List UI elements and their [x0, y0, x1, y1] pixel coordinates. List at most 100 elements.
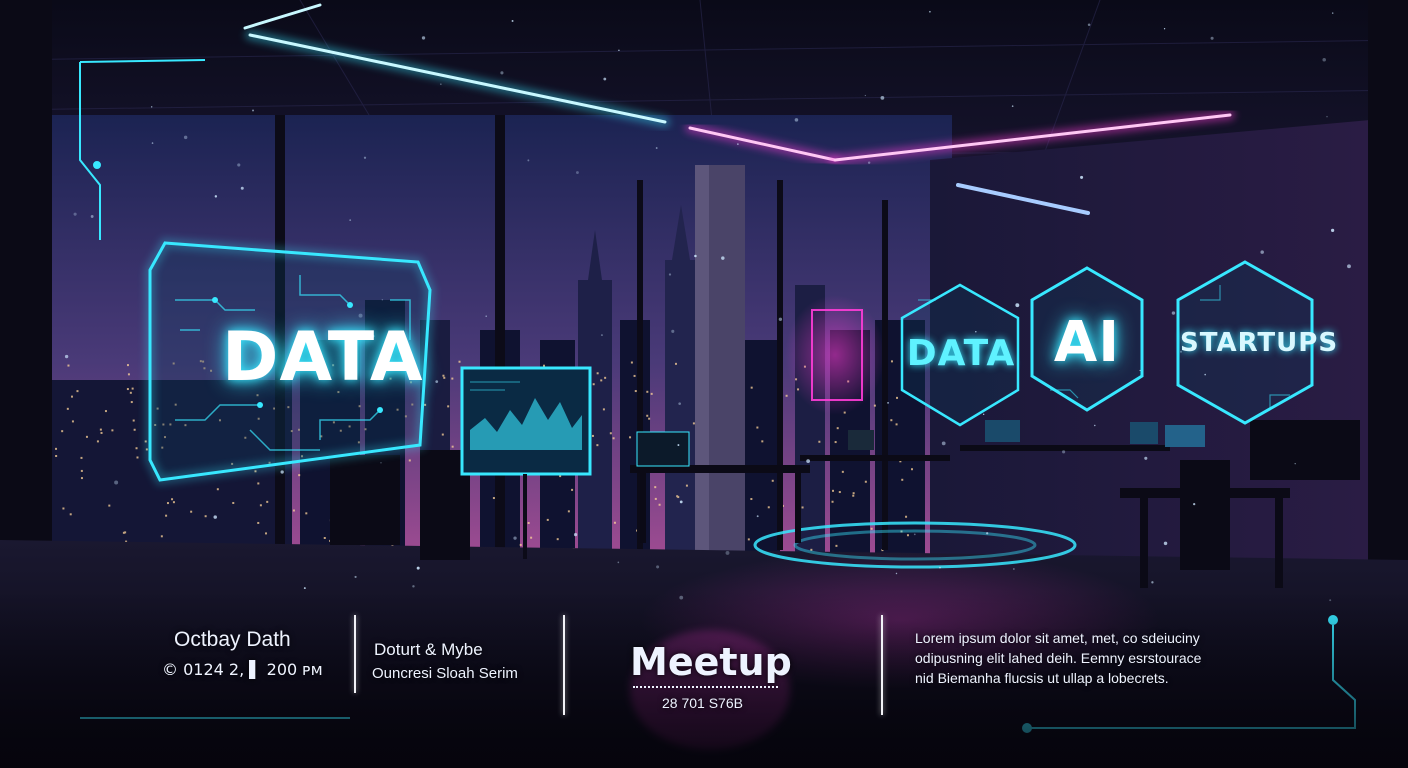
- particle: [864, 94, 866, 97]
- particle: [600, 334, 603, 337]
- particle: [1080, 175, 1084, 179]
- particle: [668, 273, 672, 276]
- particle: [895, 572, 898, 575]
- particle: [737, 143, 739, 145]
- city-light: [911, 468, 914, 471]
- city-light: [80, 469, 83, 472]
- city-light: [646, 414, 649, 417]
- city-light: [530, 536, 533, 539]
- city-light: [305, 512, 308, 515]
- city-light: [492, 497, 495, 500]
- city-light: [612, 437, 615, 440]
- particle: [380, 461, 382, 464]
- city-light: [596, 444, 599, 447]
- particle: [1013, 568, 1015, 570]
- city-light: [204, 515, 207, 518]
- particle: [412, 585, 415, 588]
- particle: [1204, 373, 1206, 376]
- city-light: [591, 434, 594, 437]
- particle: [1011, 105, 1014, 107]
- city-light: [172, 501, 175, 504]
- city-light: [767, 506, 770, 509]
- particle: [213, 515, 217, 519]
- city-light: [99, 428, 102, 431]
- city-light: [108, 504, 111, 507]
- particle: [237, 163, 241, 167]
- particle: [240, 186, 244, 190]
- city-light: [96, 440, 99, 443]
- hex-data-label: DATA: [906, 333, 1016, 374]
- particle: [64, 354, 69, 359]
- city-light: [55, 447, 58, 450]
- particle: [381, 299, 384, 301]
- particle: [440, 83, 442, 85]
- city-light: [571, 488, 574, 491]
- separator-2: [563, 615, 565, 715]
- city-light: [266, 500, 269, 503]
- city-light: [906, 534, 909, 537]
- city-light: [132, 419, 135, 422]
- city-light: [70, 395, 73, 398]
- city-light: [126, 364, 129, 367]
- city-light: [801, 506, 804, 509]
- city-light: [650, 392, 653, 395]
- particle: [1193, 502, 1196, 506]
- event-code: 28 701 S76B: [662, 695, 743, 711]
- particle: [655, 147, 658, 149]
- city-light: [298, 474, 301, 477]
- particle: [678, 402, 681, 405]
- city-light: [648, 417, 651, 420]
- city-light: [257, 482, 260, 485]
- city-light: [600, 379, 603, 382]
- particle: [280, 470, 284, 474]
- particle: [880, 95, 885, 100]
- city-light: [458, 360, 461, 363]
- hex-startups-label: STARTUPS: [1180, 328, 1339, 358]
- particle: [671, 329, 675, 333]
- city-light: [613, 521, 616, 524]
- city-light: [864, 480, 867, 483]
- city-light: [519, 543, 522, 546]
- city-light: [834, 441, 837, 444]
- particle: [867, 161, 871, 164]
- city-light: [160, 535, 163, 538]
- city-light: [654, 486, 657, 489]
- particle: [694, 254, 697, 258]
- particle: [1260, 250, 1264, 254]
- city-light: [890, 419, 893, 422]
- city-light: [166, 502, 169, 505]
- city-light: [756, 426, 759, 429]
- particle: [1151, 581, 1154, 584]
- date-line: © 0124 2, ▌ 200 ᴘᴍ: [162, 660, 323, 679]
- city-light: [832, 489, 835, 492]
- particle: [1144, 456, 1148, 460]
- city-light: [654, 497, 657, 500]
- particle: [435, 380, 439, 384]
- particle: [183, 135, 188, 140]
- particle: [1326, 115, 1328, 118]
- city-light: [546, 518, 549, 521]
- particle: [618, 49, 620, 52]
- particle: [513, 536, 517, 540]
- city-light: [80, 477, 83, 480]
- particle: [941, 441, 946, 446]
- city-light: [685, 484, 688, 487]
- particle: [1062, 450, 1066, 454]
- city-light: [69, 513, 72, 516]
- city-light: [592, 383, 595, 386]
- city-light: [750, 498, 753, 501]
- particle: [1163, 541, 1168, 546]
- city-light: [130, 401, 133, 404]
- separator-3: [881, 615, 883, 715]
- city-light: [604, 376, 607, 379]
- description-line-3: nid Biemanha flucsis ut ullap a lobecret…: [915, 670, 1169, 686]
- city-light: [71, 420, 74, 423]
- city-light: [674, 362, 677, 365]
- city-light: [323, 536, 326, 539]
- city-light: [62, 507, 65, 510]
- particle: [679, 500, 683, 504]
- particle: [114, 480, 119, 485]
- particle: [986, 532, 989, 535]
- city-light: [55, 454, 58, 457]
- city-light: [292, 509, 295, 512]
